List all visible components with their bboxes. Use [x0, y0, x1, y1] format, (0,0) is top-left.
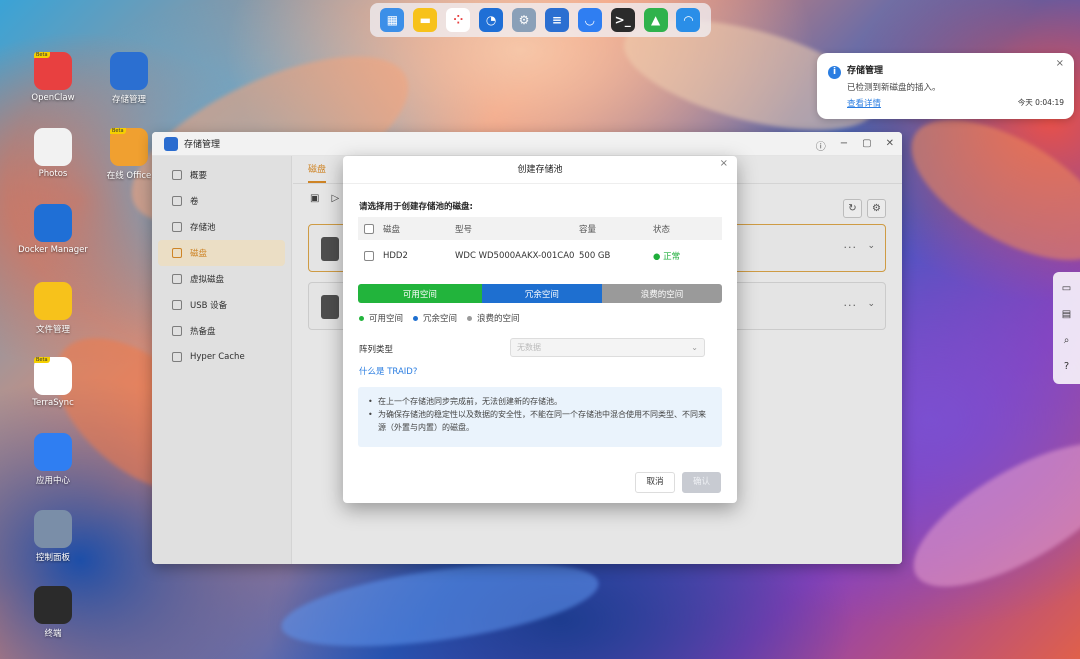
search-icon[interactable]: ⌕ [1061, 335, 1073, 347]
file-manager-desktop-icon[interactable]: 文件管理 [15, 282, 91, 335]
terminal-icon[interactable]: >_ [610, 8, 635, 32]
legend-item: 可用空间 [359, 312, 403, 324]
desktop-icon-label: 应用中心 [35, 476, 70, 486]
storage-icon[interactable]: ≡ [544, 8, 569, 32]
note-item: 在上一个存储池同步完成前，无法创建新的存储池。 [378, 397, 562, 406]
desktop-icon-label: 终端 [44, 629, 62, 639]
storage-app-icon [164, 136, 178, 151]
space-bar: 可用空间 冗余空间 浪费的空间 [358, 284, 722, 303]
create-storage-pool-dialog: 创建存储池 × 请选择用于创建存储池的磁盘: 磁盘 型号 容量 状态 HDD2 … [343, 156, 737, 503]
window-manager-icon[interactable]: ▦ [380, 8, 405, 32]
disk-table: 磁盘 型号 容量 状态 HDD2 WDC WD5000AAKX-001CA0 5… [358, 217, 722, 271]
support-icon[interactable]: ◠ [676, 8, 701, 32]
notification-close-icon[interactable]: × [1056, 58, 1064, 69]
beta-badge: Beta [34, 52, 50, 58]
raid-type-label: 阵列类型 [359, 345, 394, 355]
app-center-desktop-icon[interactable]: 应用中心 [15, 433, 91, 486]
column-header-status: 状态 [653, 224, 671, 235]
desktop-icon-label: OpenClaw [31, 93, 75, 103]
legend-item: 浪费的空间 [467, 312, 520, 324]
storage-manager-desktop-icon[interactable]: 存储管理 [91, 52, 167, 105]
notes-icon[interactable]: ▬ [413, 8, 438, 32]
beta-badge: Beta [110, 128, 126, 134]
beta-badge: Beta [34, 357, 50, 363]
photos-desktop-icon[interactable]: Photos [15, 128, 91, 179]
help-icon[interactable]: ? [1061, 361, 1073, 373]
column-header-disk: 磁盘 [383, 224, 401, 235]
terminal-icon [34, 586, 72, 624]
photos-icon [34, 128, 72, 166]
terminal-desktop-icon[interactable]: 终端 [15, 586, 91, 639]
info-icon: i [828, 66, 841, 79]
notification-title: 存储管理 [847, 66, 884, 76]
legend-item: 冗余空间 [413, 312, 457, 324]
row-checkbox[interactable] [364, 250, 374, 261]
docker-manager-icon [34, 204, 72, 242]
space-bar-segment: 浪费的空间 [601, 284, 722, 303]
terrasync-icon: Beta [34, 357, 72, 395]
sync-icon[interactable]: ▲ [643, 8, 668, 32]
raid-type-select[interactable]: 无数据 ⌄ [510, 338, 705, 357]
raid-type-value: 无数据 [517, 343, 541, 352]
column-header-capacity: 容量 [579, 224, 597, 235]
confirm-button[interactable]: 确认 [682, 472, 721, 493]
clock-icon[interactable]: ◔ [479, 8, 504, 32]
space-bar-segment: 可用空间 [358, 284, 482, 303]
dock: ▦ ▬ ⁘ ◔ ⚙ ≡ ◡ >_ ▲ ◠ [370, 3, 711, 37]
minimize-button[interactable]: − [840, 138, 848, 153]
status-text: 正常 [663, 251, 681, 262]
openclaw-desktop-icon[interactable]: Beta OpenClaw [15, 52, 91, 103]
desktop-icon-label: Photos [38, 169, 68, 179]
note-item: 为确保存储池的稳定性以及数据的安全性，不能在同一个存储池中混合使用不同类型、不同… [378, 410, 706, 432]
cell-status: ● 正常 [653, 251, 681, 262]
table-row[interactable]: HDD2 WDC WD5000AAKX-001CA0 500 GB ● 正常 [358, 240, 722, 271]
docker-manager-desktop-icon[interactable]: Docker Manager [15, 204, 91, 255]
desktop-icon-label: Docker Manager [18, 245, 88, 255]
desktop-icon-label: 控制面板 [35, 553, 70, 563]
cell-disk: HDD2 [383, 250, 408, 261]
help-button[interactable]: ⓘ [816, 138, 826, 153]
app-center-icon [34, 433, 72, 471]
file-manager-icon [34, 282, 72, 320]
dialog-subtitle: 请选择用于创建存储池的磁盘: [359, 202, 473, 212]
table-header: 磁盘 型号 容量 状态 [358, 217, 722, 240]
app-center-icon[interactable]: ◡ [577, 8, 602, 32]
terrasync-desktop-icon[interactable]: Beta TerraSync [15, 357, 91, 408]
dialog-title: 创建存储池 [343, 156, 737, 184]
chevron-down-icon: ⌄ [691, 343, 698, 352]
settings-icon[interactable]: ⚙ [512, 8, 536, 32]
desktop-icon-label: 存储管理 [111, 95, 146, 105]
online-office-icon: Beta [110, 128, 148, 166]
control-panel-icon [34, 510, 72, 548]
cancel-button[interactable]: 取消 [635, 472, 675, 493]
dialog-close-icon[interactable]: × [720, 158, 728, 169]
cell-model: WDC WD5000AAKX-001CA0 [455, 250, 575, 261]
window-title: 存储管理 [184, 140, 221, 150]
window-titlebar[interactable]: 存储管理 [152, 132, 902, 156]
notification-message: 已检测到新磁盘的插入。 [847, 83, 941, 93]
cell-capacity: 500 GB [579, 250, 611, 261]
desktop-icon-label: 文件管理 [35, 325, 70, 335]
info-notes: • 在上一个存储池同步完成前，无法创建新的存储池。 • 为确保存储池的稳定性以及数据… [358, 387, 722, 447]
notification[interactable]: i 存储管理 已检测到新磁盘的插入。 查看详情 今天 0:04:19 × [817, 53, 1074, 119]
openclaw-icon: Beta [34, 52, 72, 90]
notification-time: 今天 0:04:19 [1017, 98, 1064, 107]
side-toolbar: ▭ ▤ ⌕ ? [1053, 272, 1080, 384]
space-bar-segment: 冗余空间 [481, 284, 602, 303]
select-all-checkbox[interactable] [364, 223, 374, 234]
what-is-traid-link[interactable]: 什么是 TRAID? [359, 365, 417, 377]
chat-icon[interactable]: ▭ [1061, 283, 1073, 295]
control-panel-desktop-icon[interactable]: 控制面板 [15, 510, 91, 563]
maximize-button[interactable]: ▢ [862, 138, 871, 153]
storage-manager-icon [110, 52, 148, 90]
message-icon[interactable]: ▤ [1061, 309, 1073, 321]
column-header-model: 型号 [455, 224, 473, 235]
close-button[interactable]: ✕ [886, 138, 894, 153]
space-legend: 可用空间 冗余空间 浪费的空间 [359, 312, 520, 324]
apps-grid-icon[interactable]: ⁘ [446, 8, 471, 32]
desktop-icon-label: TerraSync [32, 398, 74, 408]
